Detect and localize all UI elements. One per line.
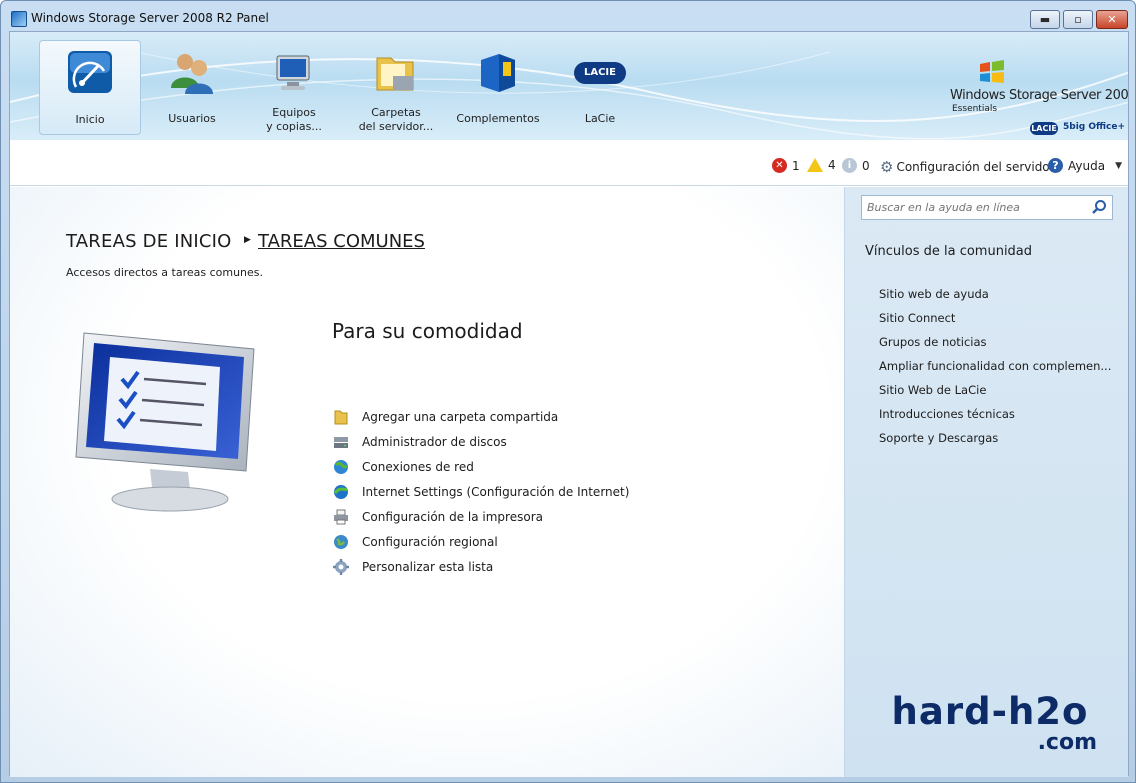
search-icon[interactable] bbox=[1091, 199, 1108, 216]
network-globe-icon bbox=[334, 460, 348, 474]
chevron-down-icon: ▼ bbox=[1115, 160, 1122, 171]
server-settings-label: Configuración del servidor bbox=[896, 160, 1055, 174]
info-count-value: 0 bbox=[862, 158, 870, 173]
task-disk-manager[interactable]: Administrador de discos bbox=[332, 432, 507, 452]
nav-inicio-label: Inicio bbox=[75, 113, 105, 126]
task-customize-list[interactable]: Personalizar esta lista bbox=[332, 557, 493, 577]
task-add-shared-folder[interactable]: Agregar una carpeta compartida bbox=[332, 407, 558, 427]
product-name: 5big Office+ bbox=[1063, 122, 1126, 132]
nav-usuarios[interactable]: Usuarios bbox=[141, 40, 243, 135]
watermark-line2: .com bbox=[1037, 730, 1097, 755]
nav-carpetas[interactable]: Carpetas del servidor... bbox=[345, 40, 447, 135]
link-help-website[interactable]: Sitio web de ayuda bbox=[879, 287, 989, 301]
community-links-title: Vínculos de la comunidad bbox=[865, 244, 1033, 259]
nav-inicio[interactable]: Inicio bbox=[39, 40, 141, 135]
task-label: Administrador de discos bbox=[362, 435, 507, 449]
breadcrumb-home[interactable]: TAREAS DE INICIO bbox=[66, 231, 232, 252]
link-support-downloads[interactable]: Soporte y Descargas bbox=[879, 431, 998, 445]
windows-logo-icon bbox=[980, 60, 1004, 83]
window-title: Windows Storage Server 2008 R2 Panel bbox=[31, 11, 269, 25]
help-search-input[interactable] bbox=[862, 196, 1082, 219]
error-count-value: 1 bbox=[792, 158, 800, 173]
link-technical-intros[interactable]: Introducciones técnicas bbox=[879, 407, 1015, 421]
gear-icon: ⚙ bbox=[880, 158, 894, 176]
task-label: Conexiones de red bbox=[362, 460, 474, 474]
task-label: Internet Settings (Configuración de Inte… bbox=[362, 485, 630, 499]
breadcrumb-separator-icon: ▶ bbox=[244, 235, 251, 245]
task-network-connections[interactable]: Conexiones de red bbox=[332, 457, 474, 477]
nav-lacie-label: LaCie bbox=[584, 112, 616, 125]
watermark-line1: hard-h2o bbox=[891, 690, 1089, 733]
title-bar[interactable]: Windows Storage Server 2008 R2 Panel ▬ ▫… bbox=[1, 1, 1135, 31]
dashboard-icon bbox=[68, 51, 112, 93]
nav-equipos-label-1: Equipos bbox=[272, 106, 316, 119]
task-internet-settings[interactable]: Internet Settings (Configuración de Inte… bbox=[332, 482, 629, 502]
hard-h2o-watermark: hard-h2o .com bbox=[865, 692, 1115, 754]
nav-complementos-label: Complementos bbox=[456, 112, 540, 125]
link-newsgroups[interactable]: Grupos de noticias bbox=[879, 335, 987, 349]
link-extend-addins[interactable]: Ampliar funcionalidad con complemen... bbox=[879, 359, 1111, 373]
help-search-box[interactable] bbox=[861, 195, 1113, 220]
main-content: TAREAS DE INICIO ▶ TAREAS COMUNES Acceso… bbox=[10, 187, 844, 777]
help-label: Ayuda bbox=[1068, 158, 1106, 173]
error-count[interactable]: ✕ 1 bbox=[772, 158, 800, 173]
task-label: Agregar una carpeta compartida bbox=[362, 410, 559, 424]
disk-icon bbox=[334, 437, 348, 448]
nav-lacie[interactable]: LACIE LaCie bbox=[549, 40, 651, 135]
task-printer-settings[interactable]: Configuración de la impresora bbox=[332, 507, 543, 527]
brand-subtitle: Essentials bbox=[952, 104, 998, 114]
status-bar: ✕ 1 4 i 0 ⚙ Configuración del servidor ?… bbox=[10, 140, 1128, 186]
error-icon: ✕ bbox=[772, 158, 787, 173]
folder-icon bbox=[334, 410, 348, 425]
folder-icon bbox=[376, 57, 414, 91]
regional-globe-icon bbox=[334, 535, 348, 549]
lacie-badge: LACIE bbox=[1030, 122, 1058, 135]
warning-count[interactable]: 4 bbox=[807, 158, 836, 172]
nav-carpetas-label-2: del servidor... bbox=[358, 120, 434, 133]
breadcrumb-current[interactable]: TAREAS COMUNES bbox=[258, 231, 425, 252]
info-icon: i bbox=[842, 158, 857, 173]
close-button[interactable]: ✕ bbox=[1096, 10, 1128, 29]
task-label: Personalizar esta lista bbox=[362, 560, 494, 574]
nav-carpetas-label-1: Carpetas bbox=[371, 106, 421, 119]
users-icon bbox=[171, 54, 213, 94]
brand-block: Windows Storage Server 2008 R2 Essential… bbox=[950, 54, 1128, 135]
task-regional-settings[interactable]: Configuración regional bbox=[332, 532, 498, 552]
printer-icon bbox=[334, 509, 348, 525]
addin-box-icon bbox=[481, 54, 515, 92]
info-count[interactable]: i 0 bbox=[842, 158, 870, 173]
nav-equipos[interactable]: Equipos y copias... bbox=[243, 40, 345, 135]
internet-globe-icon bbox=[333, 485, 348, 499]
brand-title: Windows Storage Server 2008 R2 bbox=[950, 88, 1128, 103]
nav-complementos[interactable]: Complementos bbox=[447, 40, 549, 135]
computer-icon bbox=[276, 55, 310, 90]
community-sidebar: Vínculos de la comunidad Sitio web de ay… bbox=[844, 187, 1128, 777]
lacie-logo: LACIE bbox=[574, 62, 626, 84]
nav-usuarios-label: Usuarios bbox=[168, 112, 216, 125]
gear-icon bbox=[333, 559, 349, 575]
link-lacie-website[interactable]: Sitio Web de LaCie bbox=[879, 383, 986, 397]
maximize-button[interactable]: ▫ bbox=[1063, 10, 1093, 29]
monitor-checklist-illustration bbox=[75, 332, 255, 512]
task-label: Configuración regional bbox=[362, 535, 498, 549]
client-area: Inicio Usuarios Equipos y copias... Carp… bbox=[9, 31, 1129, 777]
header-band: Inicio Usuarios Equipos y copias... Carp… bbox=[10, 32, 1128, 140]
help-icon: ? bbox=[1048, 158, 1063, 173]
warning-count-value: 4 bbox=[828, 158, 836, 172]
nav-equipos-label-2: y copias... bbox=[266, 120, 322, 133]
link-connect-site[interactable]: Sitio Connect bbox=[879, 311, 955, 325]
page-description: Accesos directos a tareas comunes. bbox=[66, 266, 264, 279]
section-title: Para su comodidad bbox=[332, 319, 523, 343]
minimize-button[interactable]: ▬ bbox=[1030, 10, 1060, 29]
help-menu[interactable]: ? Ayuda ▼ bbox=[1048, 158, 1122, 173]
app-icon bbox=[11, 11, 27, 27]
server-settings-link[interactable]: ⚙ Configuración del servidor bbox=[880, 158, 1055, 176]
task-label: Configuración de la impresora bbox=[362, 510, 543, 524]
app-window: Windows Storage Server 2008 R2 Panel ▬ ▫… bbox=[0, 0, 1136, 783]
warning-icon bbox=[807, 158, 823, 172]
